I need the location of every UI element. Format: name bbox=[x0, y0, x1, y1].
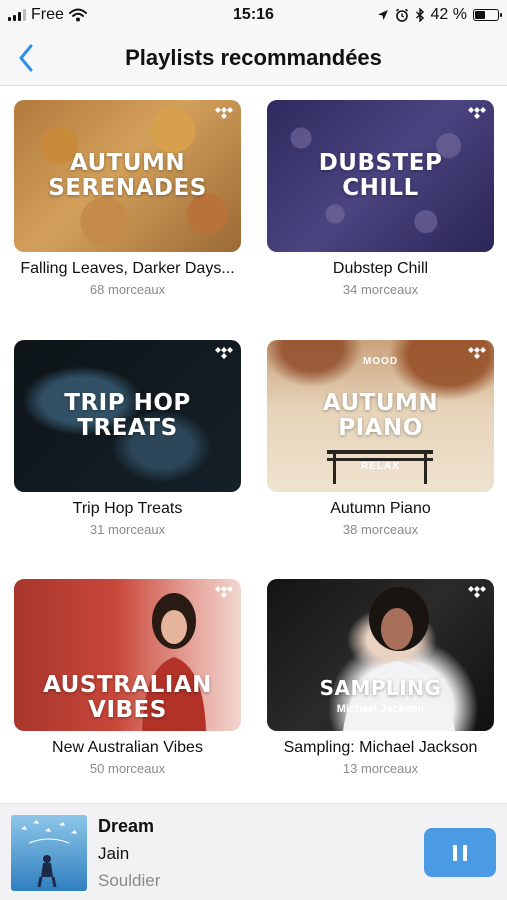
playlist-card[interactable]: TRIP HOP TREATS Trip Hop Treats 31 morce… bbox=[14, 340, 241, 537]
playlist-cover[interactable]: TRIP HOP TREATS bbox=[14, 340, 241, 492]
playlist-name[interactable]: Autumn Piano bbox=[267, 500, 494, 518]
track-count: 34 morceaux bbox=[342, 282, 419, 297]
alarm-icon bbox=[395, 8, 408, 22]
track-title: Dream bbox=[98, 816, 155, 836]
tidal-logo-icon bbox=[215, 586, 233, 598]
cover-top-label: MOOD bbox=[362, 356, 399, 367]
now-playing-bar[interactable]: Dream Jain Souldier bbox=[0, 803, 507, 900]
track-count: 31 morceaux bbox=[89, 522, 166, 537]
cover-title: AUTUMN SERENADES bbox=[48, 150, 207, 201]
playlist-name[interactable]: Falling Leaves, Darker Days... bbox=[14, 260, 241, 278]
playlist-card[interactable]: DUBSTEP CHILL Dubstep Chill 34 morceaux bbox=[267, 100, 494, 297]
cover-title: AUTUMN PIANO bbox=[322, 390, 439, 441]
pause-button[interactable] bbox=[424, 828, 496, 877]
battery-icon bbox=[473, 9, 502, 21]
playlist-cover[interactable]: DUBSTEP CHILL bbox=[267, 100, 494, 252]
cover-title: DUBSTEP CHILL bbox=[318, 150, 443, 201]
status-bar: Free 15:16 42 % bbox=[0, 0, 507, 32]
track-album: Souldier bbox=[98, 871, 161, 890]
playlist-card[interactable]: AUTUMN SERENADES Falling Leaves, Darker … bbox=[14, 100, 241, 297]
playlist-name[interactable]: Sampling: Michael Jackson bbox=[267, 739, 494, 757]
tidal-logo-icon bbox=[468, 586, 486, 598]
track-artist: Jain bbox=[98, 844, 130, 863]
playlist-card[interactable]: SAMPLING Michael Jackson Sampling: Micha… bbox=[267, 579, 494, 776]
status-right: 42 % bbox=[377, 6, 502, 24]
location-icon bbox=[377, 10, 388, 20]
tidal-logo-icon bbox=[468, 107, 486, 119]
cover-title: TRIP HOP TREATS bbox=[64, 390, 191, 441]
nav-bar: Playlists recommandées bbox=[0, 32, 507, 86]
tidal-logo-icon bbox=[215, 347, 233, 359]
cover-bottom-label: RELAX bbox=[361, 461, 400, 472]
playlist-name[interactable]: New Australian Vibes bbox=[14, 739, 241, 757]
playlist-card[interactable]: AUSTRALIAN VIBES New Australian Vibes 50… bbox=[14, 579, 241, 776]
battery-percent: 42 % bbox=[430, 6, 467, 23]
cover-title: SAMPLING bbox=[319, 676, 442, 700]
cover-subtitle: Michael Jackson bbox=[336, 703, 425, 715]
playlist-cover[interactable]: SAMPLING Michael Jackson bbox=[267, 579, 494, 731]
track-count: 38 morceaux bbox=[342, 522, 419, 537]
page-title: Playlists recommandées bbox=[125, 45, 382, 70]
cover-title: AUSTRALIAN VIBES bbox=[43, 672, 212, 723]
bluetooth-icon bbox=[415, 8, 424, 22]
playlist-cover[interactable]: MOOD AUTUMN PIANO RELAX bbox=[267, 340, 494, 492]
playlist-name[interactable]: Trip Hop Treats bbox=[14, 500, 241, 518]
album-art[interactable] bbox=[11, 815, 87, 891]
track-count: 68 morceaux bbox=[89, 282, 166, 297]
track-count: 13 morceaux bbox=[342, 761, 419, 776]
track-count: 50 morceaux bbox=[89, 761, 166, 776]
pause-icon bbox=[450, 844, 470, 861]
playlist-name[interactable]: Dubstep Chill bbox=[267, 260, 494, 278]
album-art-illustration bbox=[21, 820, 77, 888]
playlist-card[interactable]: MOOD AUTUMN PIANO RELAX Autumn Piano 38 … bbox=[267, 340, 494, 537]
playlist-cover[interactable]: AUSTRALIAN VIBES bbox=[14, 579, 241, 731]
playlist-cover[interactable]: AUTUMN SERENADES bbox=[14, 100, 241, 252]
tidal-logo-icon bbox=[215, 107, 233, 119]
